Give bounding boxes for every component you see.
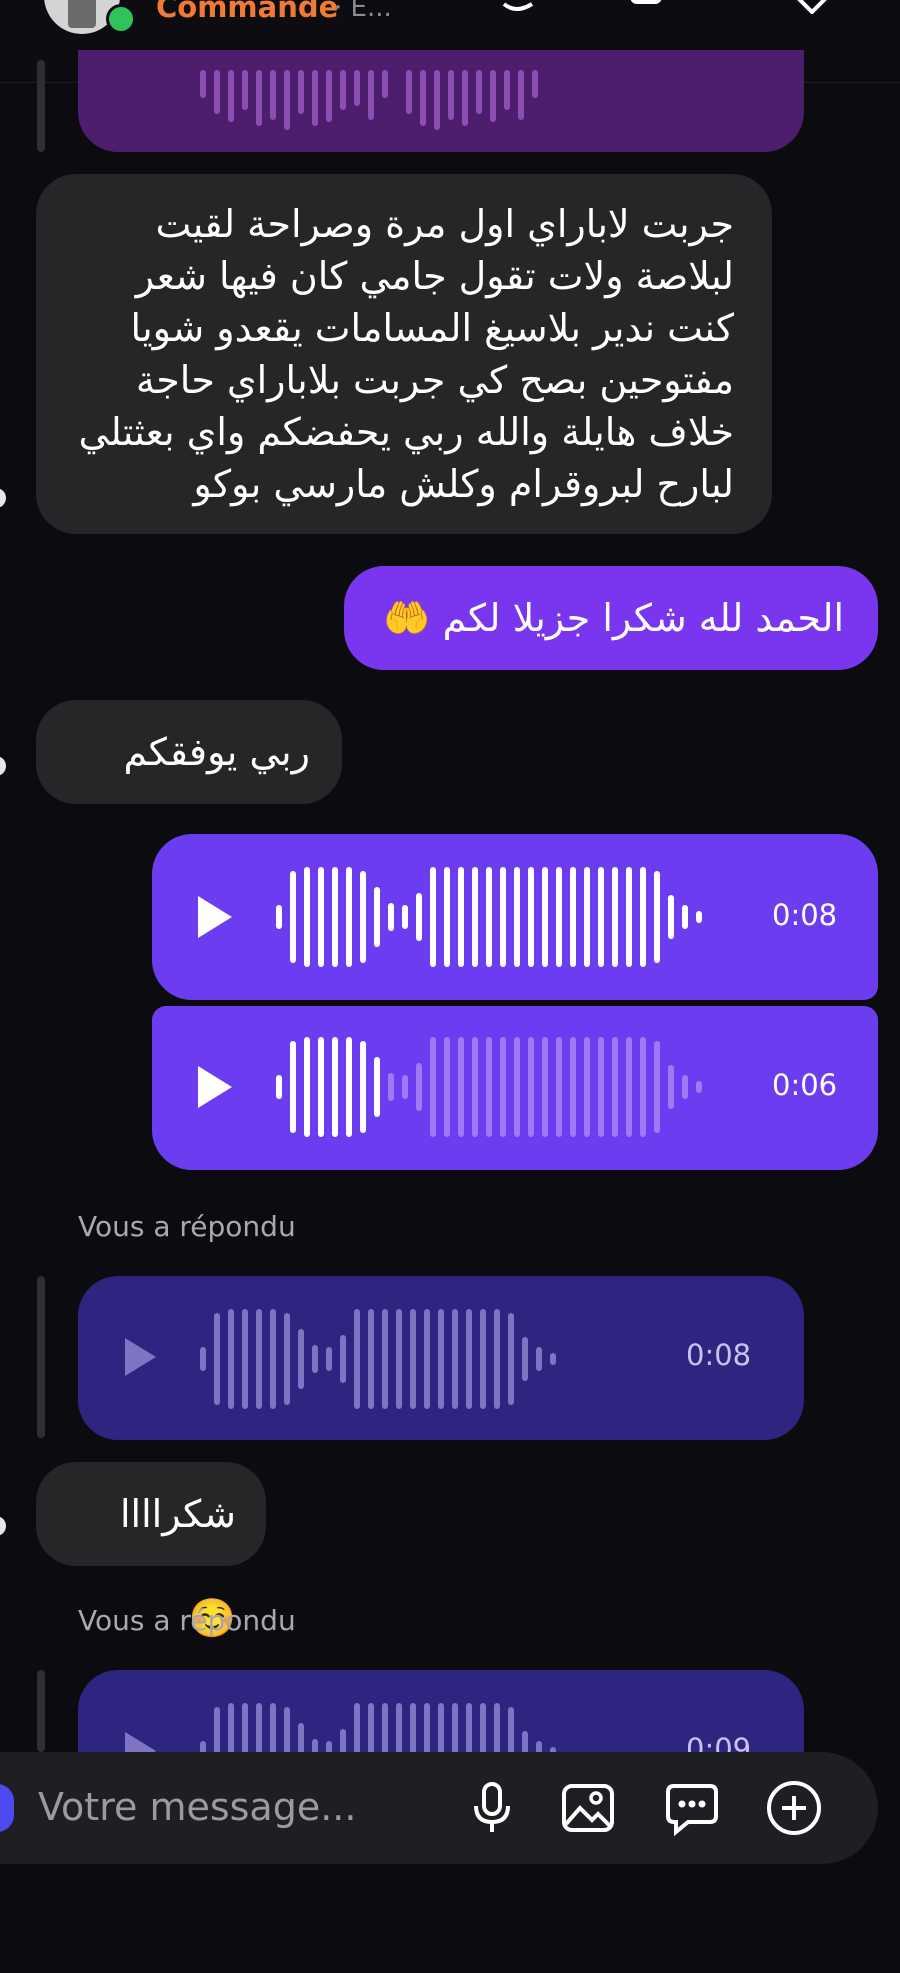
sender-avatar bbox=[0, 488, 6, 508]
voice-duration: 0:06 bbox=[772, 1068, 838, 1102]
message-incoming-2: ربي يوفقكم 🤍 bbox=[36, 700, 342, 878]
waveform bbox=[276, 867, 702, 967]
reply-indicator-bar bbox=[37, 1276, 45, 1438]
composer-left-button[interactable] bbox=[0, 1784, 14, 1832]
reply-label: Vous a répondu bbox=[78, 1210, 296, 1243]
chat-bubble-icon[interactable] bbox=[662, 1778, 722, 1838]
tag-icon[interactable] bbox=[792, 0, 836, 14]
voice-message-outgoing-2[interactable]: 0:06 bbox=[152, 1006, 878, 1170]
contact-subtitle: · E... bbox=[334, 0, 392, 23]
video-icon[interactable] bbox=[628, 0, 672, 14]
online-status-icon bbox=[106, 4, 136, 34]
play-icon[interactable] bbox=[194, 1064, 234, 1110]
message-incoming-1: جربت لاباراي اول مرة وصراحة لقيت لبلاصة … bbox=[36, 174, 772, 534]
waveform bbox=[200, 1703, 556, 1754]
message-composer bbox=[0, 1752, 878, 1864]
waveform bbox=[200, 70, 538, 130]
voice-duration: 0:09 bbox=[686, 1732, 752, 1754]
phone-icon[interactable] bbox=[498, 0, 542, 14]
voice-duration: 0:08 bbox=[686, 1338, 752, 1372]
reply-indicator-bar bbox=[37, 60, 45, 152]
plus-circle-icon[interactable] bbox=[764, 1778, 824, 1838]
message-text: جربت لاباراي اول مرة وصراحة لقيت لبلاصة … bbox=[78, 202, 734, 506]
message-text: الحمد لله شكرا جزيلا لكم 🤲 bbox=[383, 596, 844, 640]
voice-message-reply-2[interactable]: 0:09 bbox=[78, 1670, 804, 1754]
microphone-icon[interactable] bbox=[462, 1778, 522, 1838]
message-outgoing-1: الحمد لله شكرا جزيلا لكم 🤲 bbox=[344, 566, 878, 670]
reply-label: Vous a répondu bbox=[78, 1604, 296, 1637]
reply-indicator-bar bbox=[37, 1670, 45, 1752]
sender-avatar bbox=[0, 756, 6, 776]
play-icon[interactable] bbox=[122, 1336, 158, 1378]
message-incoming-3: شكراااا ☺️ bbox=[36, 1462, 266, 1640]
sender-avatar bbox=[0, 1516, 6, 1536]
voice-duration: 0:08 bbox=[772, 898, 838, 932]
voice-message-outgoing-1[interactable]: 0:08 bbox=[152, 834, 878, 1000]
waveform bbox=[276, 1037, 702, 1137]
contact-name[interactable]: Commandé bbox=[156, 0, 338, 24]
message-input[interactable] bbox=[36, 1776, 440, 1838]
play-icon[interactable] bbox=[122, 1730, 158, 1754]
waveform bbox=[200, 1309, 556, 1409]
image-icon[interactable] bbox=[558, 1778, 618, 1838]
play-icon[interactable] bbox=[194, 894, 234, 940]
voice-message-reply-top[interactable] bbox=[78, 50, 804, 152]
voice-message-reply-1[interactable]: 0:08 bbox=[78, 1276, 804, 1440]
